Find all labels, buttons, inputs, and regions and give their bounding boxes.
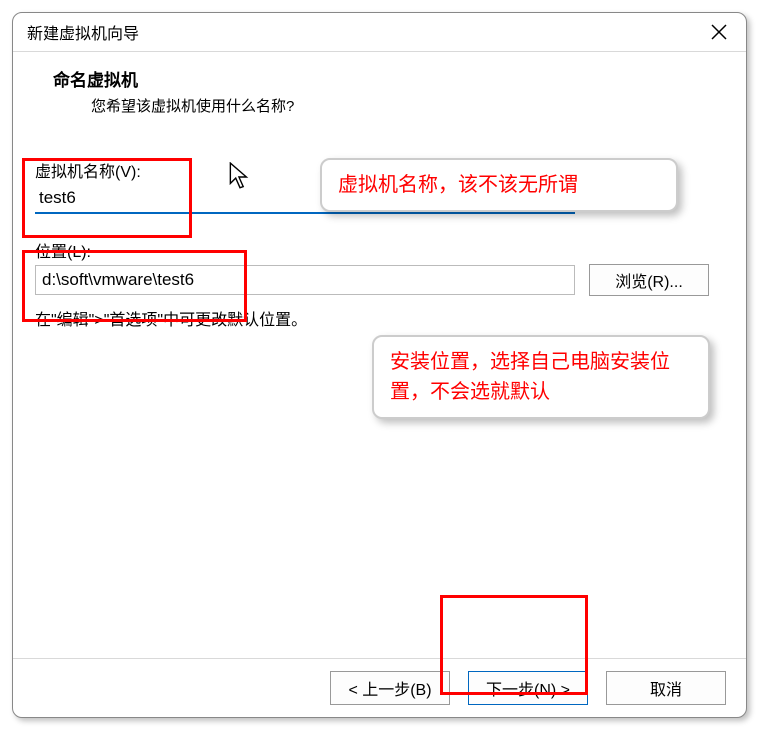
wizard-footer: < 上一步(B) 下一步(N) > 取消 xyxy=(13,658,746,717)
next-button[interactable]: 下一步(N) > xyxy=(468,671,588,705)
dialog-title: 新建虚拟机向导 xyxy=(27,20,139,44)
close-icon xyxy=(711,24,727,40)
page-title: 命名虚拟机 xyxy=(53,66,726,91)
browse-button[interactable]: 浏览(R)... xyxy=(589,264,709,296)
title-bar: 新建虚拟机向导 xyxy=(13,13,746,52)
annotation-callout-location: 安装位置，选择自己电脑安装位置，不会选就默认 xyxy=(372,335,710,419)
location-hint: 在"编辑">"首选项"中可更改默认位置。 xyxy=(35,306,724,330)
close-button[interactable] xyxy=(706,19,732,45)
page-subtitle: 您希望该虚拟机使用什么名称? xyxy=(53,91,726,116)
location-label: 位置(L): xyxy=(35,238,724,262)
annotation-callout-name: 虚拟机名称，该不该无所谓 xyxy=(320,158,678,212)
cancel-button[interactable]: 取消 xyxy=(606,671,726,705)
back-button[interactable]: < 上一步(B) xyxy=(330,671,450,705)
location-input[interactable] xyxy=(35,265,575,295)
wizard-header: 命名虚拟机 您希望该虚拟机使用什么名称? xyxy=(13,52,746,126)
